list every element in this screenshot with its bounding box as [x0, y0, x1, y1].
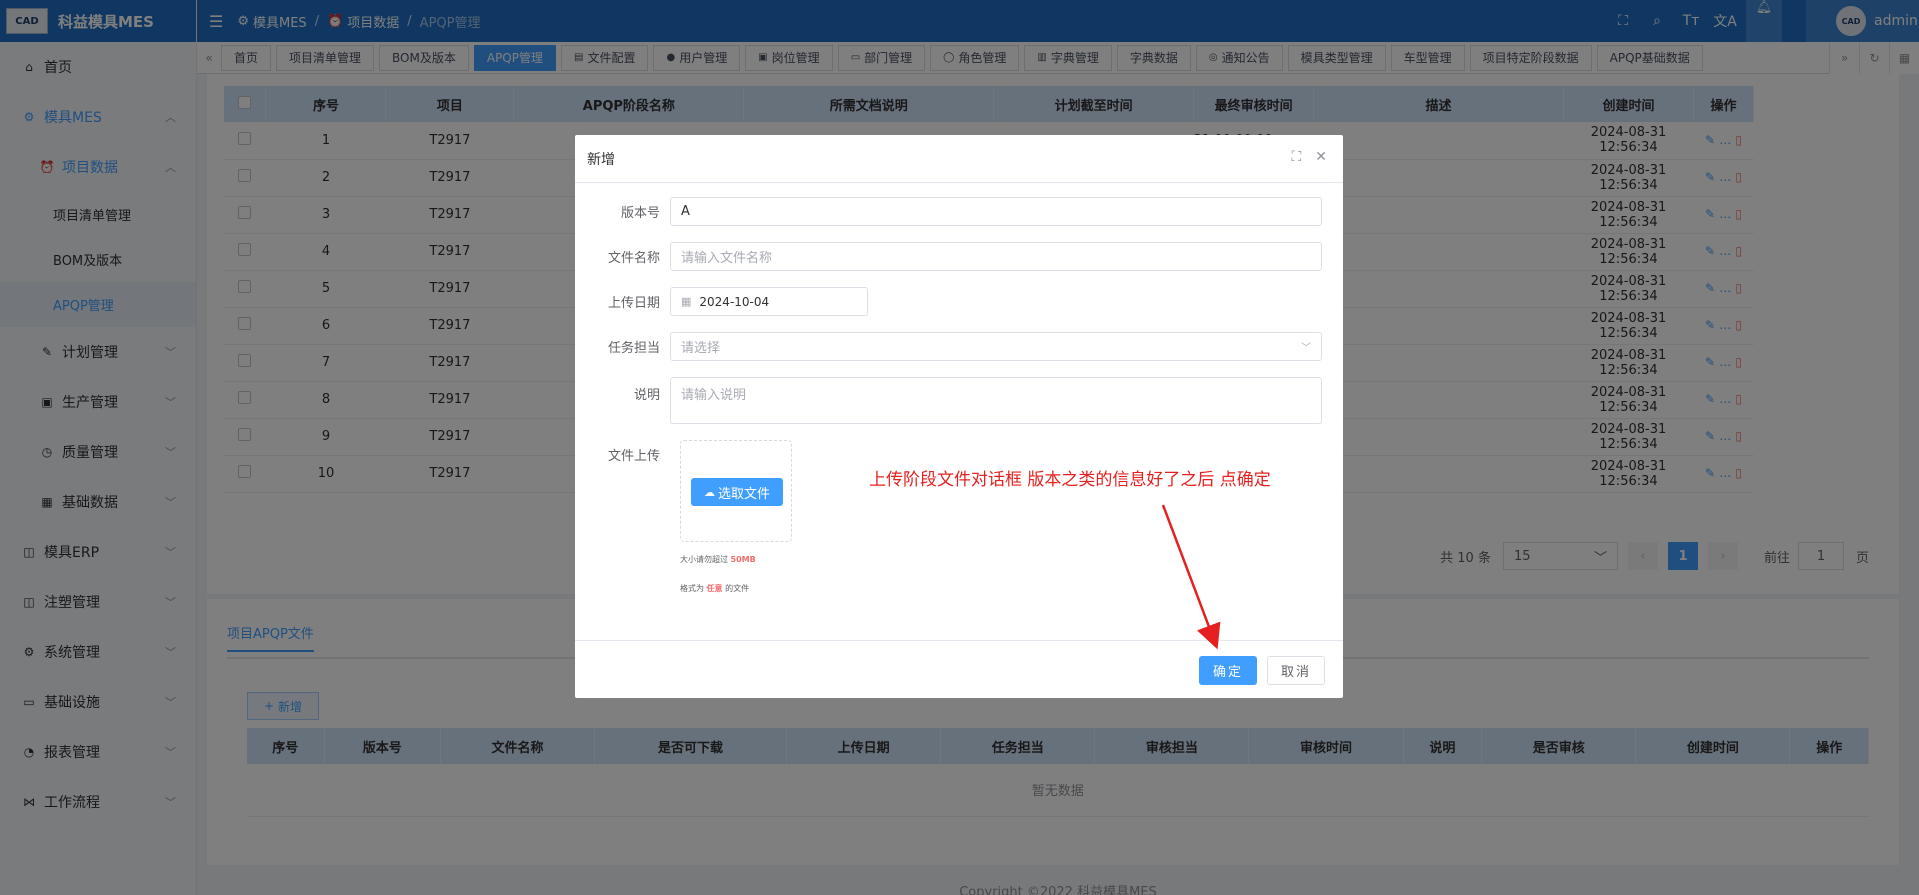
tip-format-suffix: 的文件 [725, 584, 750, 593]
upload-row: 文件上传 [575, 445, 670, 464]
add-file-dialog: 新增 ⛶ ✕ 版本号 A 文件名称 请输入文件名称 上传日期 ▦ 2024-10… [575, 135, 1343, 698]
filename-label: 文件名称 [607, 251, 660, 266]
tip-size-value: 50MB [730, 555, 756, 564]
version-input[interactable]: A [670, 197, 1322, 226]
upload-label: 文件上传 [607, 449, 660, 464]
filename-input[interactable]: 请输入文件名称 [670, 242, 1322, 271]
maximize-icon[interactable]: ⛶ [1291, 149, 1301, 165]
tip-format-prefix: 格式为 [680, 584, 704, 593]
dialog-tools: ⛶ ✕ [1277, 149, 1327, 165]
filename-row: 文件名称 请输入文件名称 [575, 242, 1322, 271]
owner-select[interactable]: 请选择 ﹀ [670, 332, 1322, 361]
upload-area[interactable]: ☁ 选取文件 [680, 440, 792, 542]
close-icon[interactable]: ✕ [1315, 149, 1327, 165]
date-row: 上传日期 ▦ 2024-10-04 [575, 287, 868, 316]
choose-file-button[interactable]: ☁ 选取文件 [691, 478, 783, 506]
annotation-text: 上传阶段文件对话框 版本之类的信息好了之后 点确定 [869, 470, 1271, 490]
date-label: 上传日期 [607, 296, 660, 311]
dialog-title: 新增 [587, 151, 615, 168]
confirm-button[interactable]: 确定 [1199, 656, 1257, 685]
owner-label: 任务担当 [607, 341, 660, 356]
choose-file-label: 选取文件 [717, 486, 770, 502]
upload-size-tip: 大小请勿超过 50MB [680, 554, 756, 565]
desc-textarea[interactable]: 请输入说明 [670, 377, 1322, 424]
cloud-upload-icon: ☁ [703, 485, 715, 499]
tip-size-prefix: 大小请勿超过 [680, 555, 728, 564]
dialog-footer: 确定 取消 [575, 640, 1343, 698]
calendar-icon: ▦ [681, 295, 692, 308]
version-row: 版本号 A [575, 197, 1322, 226]
chevron-down-icon: ﹀ [1301, 343, 1311, 354]
date-value: 2024-10-04 [699, 294, 770, 309]
date-picker[interactable]: ▦ 2024-10-04 [670, 287, 868, 316]
desc-label: 说明 [633, 388, 660, 403]
version-label: 版本号 [620, 206, 660, 221]
dialog-header: 新增 [575, 135, 1343, 183]
tip-format-value: 任意 [706, 584, 723, 593]
upload-format-tip: 格式为 任意 的文件 [680, 583, 749, 594]
desc-row: 说明 请输入说明 [575, 377, 1322, 424]
owner-placeholder: 请选择 [681, 341, 721, 356]
owner-row: 任务担当 请选择 ﹀ [575, 332, 1322, 361]
cancel-button[interactable]: 取消 [1267, 656, 1325, 685]
